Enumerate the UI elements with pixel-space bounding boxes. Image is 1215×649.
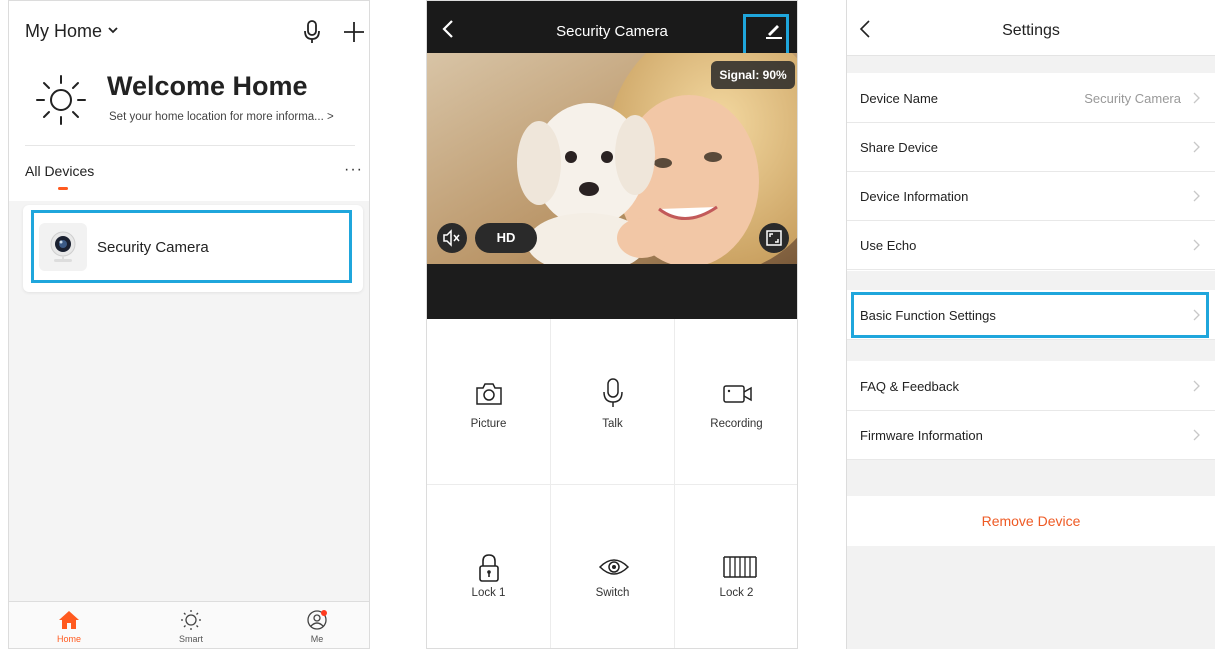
talk-button[interactable]: Talk <box>551 319 675 485</box>
settings-row-firmware-information[interactable]: Firmware Information <box>847 410 1215 460</box>
switch-button[interactable]: Switch <box>551 485 675 648</box>
tab-me[interactable]: Me <box>287 609 347 644</box>
row-value: Security Camera <box>1084 91 1181 106</box>
home-icon <box>59 611 79 629</box>
tab-label: Home <box>56 634 81 644</box>
tab-smart[interactable]: Smart <box>161 609 221 644</box>
profile-icon <box>307 610 327 630</box>
chevron-right-icon <box>1193 141 1200 153</box>
row-label: FAQ & Feedback <box>860 379 959 394</box>
chevron-right-icon <box>1193 429 1200 441</box>
tab-label: Me <box>310 634 324 644</box>
settings-row-use-echo[interactable]: Use Echo <box>847 220 1215 270</box>
chevron-right-icon <box>1193 92 1200 104</box>
sun-icon <box>36 75 86 125</box>
row-label: Device Information <box>860 189 969 204</box>
location-prompt[interactable]: Set your home location for more informa.… <box>109 111 334 123</box>
row-label: Firmware Information <box>860 428 983 443</box>
chevron-right-icon <box>1193 380 1200 392</box>
video-icon <box>723 385 752 403</box>
more-options-icon[interactable]: ··· <box>344 161 363 179</box>
mute-icon[interactable] <box>437 223 467 253</box>
quality-toggle[interactable]: HD <box>475 223 537 253</box>
chevron-right-icon <box>1193 190 1200 202</box>
tab-label: Smart <box>178 634 203 644</box>
chevron-right-icon <box>1193 239 1200 251</box>
highlight-box <box>743 14 789 56</box>
control-label: Talk <box>602 418 623 430</box>
camera-icon <box>476 383 502 405</box>
page-title: Security Camera <box>556 23 668 40</box>
sun-icon <box>181 610 201 630</box>
control-label: Picture <box>470 418 507 430</box>
chevron-down-icon[interactable] <box>107 25 119 35</box>
active-tab-indicator <box>58 187 68 190</box>
control-label: Lock 2 <box>719 587 754 599</box>
camera-screen: Security Camera Signal: 90% HD Picture T… <box>426 0 798 649</box>
home-selector[interactable]: My Home <box>25 21 102 42</box>
video-toolbar-area <box>427 264 797 319</box>
signal-strength-badge: Signal: 90% <box>711 61 795 89</box>
row-label: Device Name <box>860 91 939 106</box>
fullscreen-icon[interactable] <box>759 223 789 253</box>
gate-icon <box>723 556 757 578</box>
remove-device-button[interactable]: Remove Device <box>847 496 1215 546</box>
microphone-icon <box>603 378 623 407</box>
tab-all-devices[interactable]: All Devices <box>25 163 94 179</box>
recording-button[interactable]: Recording <box>675 319 797 485</box>
welcome-title: Welcome Home <box>107 71 308 101</box>
settings-row-device-information[interactable]: Device Information <box>847 171 1215 221</box>
lock-2-button[interactable]: Lock 2 <box>675 485 797 648</box>
control-grid: Picture Talk Recording Lock 1 Switch Loc… <box>427 319 797 648</box>
divider <box>25 145 355 146</box>
add-device-icon[interactable] <box>343 19 365 45</box>
page-title: Settings <box>1002 22 1060 39</box>
row-label: Use Echo <box>860 238 917 253</box>
picture-button[interactable]: Picture <box>427 319 551 485</box>
highlight-box <box>31 210 352 283</box>
settings-row-share-device[interactable]: Share Device <box>847 122 1215 172</box>
row-label: Share Device <box>860 140 939 155</box>
control-label: Lock 1 <box>471 587 506 599</box>
eye-icon <box>598 559 630 575</box>
control-label: Switch <box>595 587 630 599</box>
lock-1-button[interactable]: Lock 1 <box>427 485 551 648</box>
highlight-box <box>851 292 1209 338</box>
settings-row-faq-feedback[interactable]: FAQ & Feedback <box>847 361 1215 411</box>
control-label: Recording <box>710 418 763 430</box>
settings-screen: Settings Device Name Security Camera Sha… <box>846 0 1215 649</box>
home-screen: My Home Welcome Home Set your home locat… <box>8 0 370 649</box>
lock-icon <box>479 554 499 582</box>
microphone-icon[interactable] <box>303 19 321 45</box>
settings-row-device-name[interactable]: Device Name Security Camera <box>847 73 1215 123</box>
tab-home[interactable]: Home <box>39 609 99 644</box>
